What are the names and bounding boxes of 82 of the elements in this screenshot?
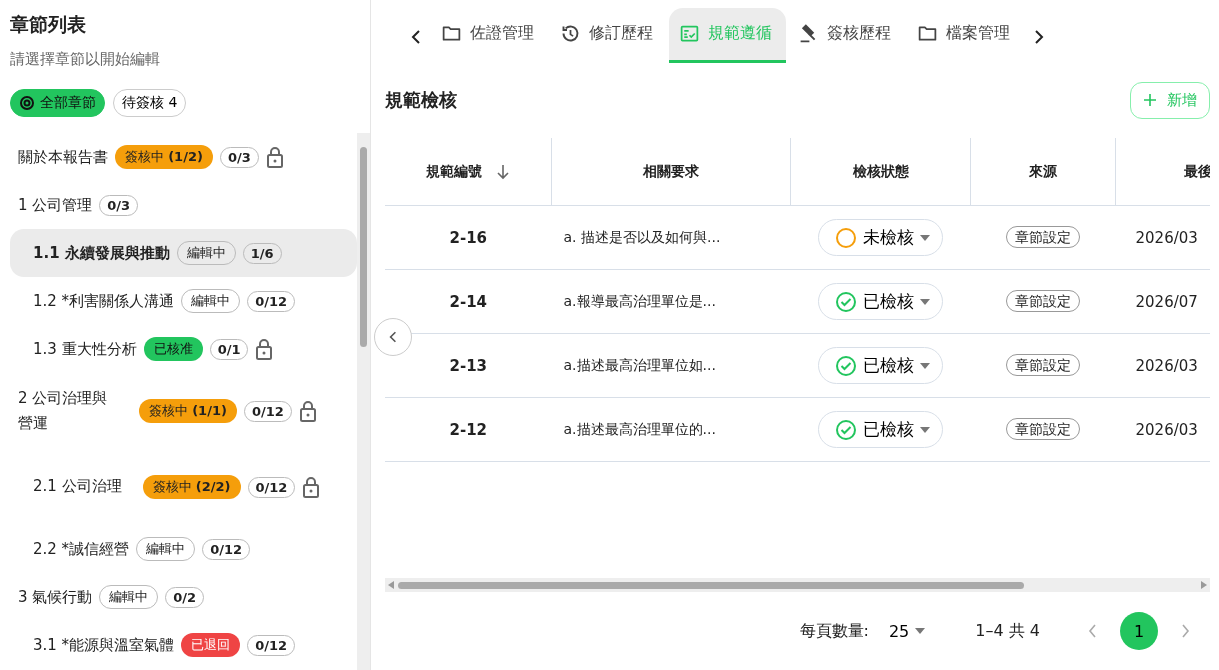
check-circle-icon xyxy=(835,290,857,313)
check-circle-icon xyxy=(835,354,857,377)
table-cell: 2026/07 xyxy=(1115,269,1210,334)
chapter-item[interactable]: 2 公司治理與營運 簽核中 (1/1) 0/12 xyxy=(10,373,357,449)
plus-icon xyxy=(1143,93,1157,107)
tab[interactable]: 檔案管理 xyxy=(907,7,1024,63)
chapter-title: 1.1 永續發展與推動 xyxy=(33,243,170,263)
next-page-icon[interactable] xyxy=(1180,624,1190,638)
page-range: 1–4 共 4 xyxy=(975,620,1040,642)
history-icon xyxy=(560,23,581,44)
chapter-title: 2 公司治理與營運 xyxy=(18,387,109,434)
chapter-item[interactable]: 1 公司管理 0/3 xyxy=(10,181,357,229)
column-header[interactable]: 規範編號 xyxy=(385,138,552,206)
chapter-title: 1 公司管理 xyxy=(18,195,93,215)
chapter-item[interactable]: 1.1 永續發展與推動 編輯中 1/6 xyxy=(10,229,357,277)
sidebar-subtitle: 請選擇章節以開始編輯 xyxy=(10,50,161,69)
target-icon xyxy=(19,95,35,111)
chapter-item[interactable]: 3 氣候行動 編輯中 0/2 xyxy=(10,573,357,621)
status-badge: 簽核中 (1/1) xyxy=(139,399,237,423)
status-dropdown[interactable]: 已檢核 xyxy=(818,283,943,320)
previous-page-icon[interactable] xyxy=(1088,624,1098,638)
scroll-right-icon[interactable] xyxy=(1201,581,1207,589)
chevron-left-icon[interactable] xyxy=(411,30,421,44)
tab[interactable]: 修訂歷程 xyxy=(550,7,667,63)
table-cell: a.描述最高治理單位如... xyxy=(551,333,791,398)
column-header: 相關要求 xyxy=(551,138,791,206)
collapse-button[interactable] xyxy=(374,318,412,356)
chapter-title: 2.2 *誠信經營 xyxy=(33,539,130,559)
horizontal-scrollbar[interactable] xyxy=(385,578,1210,592)
tab[interactable]: 佐證管理 xyxy=(431,7,548,63)
table-cell: 2-16 xyxy=(385,205,552,270)
table-cell: 2-12 xyxy=(385,397,552,462)
per-page-label: 每頁數量: xyxy=(799,620,869,642)
table-cell: a.描述最高治理單位的... xyxy=(551,397,791,462)
caret-icon xyxy=(920,298,930,305)
column-header: 來源 xyxy=(970,138,1116,206)
chapter-item[interactable]: 2.1 公司治理 簽核中 (2/2) 0/12 xyxy=(10,449,357,525)
tab[interactable]: 簽核歷程 xyxy=(788,7,905,63)
table-cell: 2026/03 xyxy=(1115,205,1210,270)
table-cell: a.報導最高治理單位是... xyxy=(551,269,791,334)
chapter-item[interactable]: 1.3 重大性分析 已核准 0/1 xyxy=(10,325,357,373)
scrollbar[interactable] xyxy=(357,133,370,670)
column-header: 檢核狀態 xyxy=(790,138,971,206)
section-title: 規範檢核 xyxy=(385,88,457,112)
chapter-item[interactable]: 2.2 *誠信經營 編輯中 0/12 xyxy=(10,525,357,573)
filter-chip[interactable]: 待簽核 4 xyxy=(113,89,187,117)
caret-icon xyxy=(915,628,926,634)
chapter-title: 關於本報告書 xyxy=(18,147,108,167)
chapter-item[interactable]: 3.1 *能源與溫室氣體 已退回 0/12 xyxy=(10,621,357,669)
chapter-title: 3.1 *能源與溫室氣體 xyxy=(33,635,175,655)
chevron-right-icon[interactable] xyxy=(1034,30,1044,44)
chevron-left-icon xyxy=(389,331,397,343)
table-cell: 2026/03 xyxy=(1115,397,1210,462)
chapter-item[interactable]: 1.2 *利害關係人溝通 編輯中 0/12 xyxy=(10,277,357,325)
status-badge: 簽核中 (2/2) xyxy=(142,475,241,499)
caret-icon xyxy=(920,362,930,369)
sidebar-title: 章節列表 xyxy=(10,12,87,37)
table-cell: a. 描述是否以及如何與... xyxy=(551,205,791,270)
filter-chip[interactable]: 全部章節 xyxy=(10,89,105,117)
status-badge: 簽核中 (1/2) xyxy=(115,145,213,169)
per-page-select[interactable]: 25 xyxy=(882,620,932,642)
status-badge: 已退回 xyxy=(181,633,241,657)
chapter-title: 3 氣候行動 xyxy=(18,587,93,607)
chapter-title: 1.3 重大性分析 xyxy=(33,339,137,359)
caret-icon xyxy=(920,426,930,433)
checklist-icon xyxy=(679,23,700,44)
scroll-left-icon[interactable] xyxy=(388,581,394,589)
chapter-title: 1.2 *利害關係人溝通 xyxy=(33,291,175,311)
status-badge: 已核准 xyxy=(143,337,203,361)
table-cell: 2-14 xyxy=(385,269,552,334)
caret-icon xyxy=(920,234,930,241)
empty-circle-icon xyxy=(835,226,857,249)
chapter-title: 2.1 公司治理 xyxy=(33,476,122,498)
table-cell: 2-13 xyxy=(385,333,552,398)
page-button[interactable]: 1 xyxy=(1120,612,1158,650)
chapter-item[interactable]: 關於本報告書 簽核中 (1/2) 0/3 xyxy=(10,133,357,181)
status-dropdown[interactable]: 未檢核 xyxy=(818,219,943,256)
check-circle-icon xyxy=(835,418,857,441)
status-dropdown[interactable]: 已檢核 xyxy=(818,347,943,384)
table-cell: 2026/03 xyxy=(1115,333,1210,398)
sort-arrow-icon[interactable] xyxy=(496,163,510,180)
status-dropdown[interactable]: 已檢核 xyxy=(818,411,943,448)
